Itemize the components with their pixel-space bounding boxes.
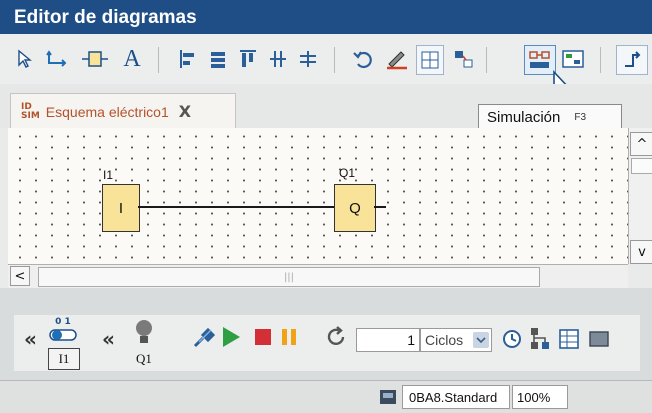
collapse-inputs-button[interactable]: « [24, 327, 37, 351]
tooltip-label: Simulación [487, 108, 561, 126]
table-icon[interactable] [556, 325, 582, 353]
hardware-type-field: 0BA8.Standard [402, 385, 510, 409]
vertical-scrollbar[interactable]: ^ v [628, 128, 652, 264]
display-icon[interactable] [586, 325, 612, 353]
lamp-icon [132, 317, 156, 347]
output-block-label: Q1 [339, 166, 356, 180]
pen-icon[interactable] [382, 45, 410, 73]
text-icon[interactable]: A [120, 45, 144, 73]
cycles-unit: Ciclos [425, 332, 464, 348]
sim-diagram-icon: ID SIM [21, 101, 40, 121]
output-block-text: Q [349, 199, 361, 217]
tab-label: Esquema eléctrico1 [45, 103, 169, 120]
pause-button[interactable] [278, 325, 300, 349]
cycles-value: 1 [407, 332, 415, 348]
toolbar-separator [158, 47, 159, 73]
cycles-unit-select[interactable]: Ciclos [420, 328, 492, 352]
align-left-icon[interactable] [176, 45, 200, 73]
power-icon[interactable] [190, 323, 218, 351]
tooltip: Simulación F3 [478, 104, 622, 130]
zoom-field[interactable]: 100% [512, 385, 568, 409]
input-block-label: I1 [103, 168, 114, 182]
play-button[interactable] [218, 323, 244, 351]
chevron-down-icon[interactable] [473, 332, 489, 348]
grid-icon[interactable] [416, 45, 444, 75]
network-icon[interactable] [526, 325, 552, 353]
scroll-up-button[interactable]: ^ [630, 132, 652, 156]
online-test-icon[interactable] [558, 45, 588, 73]
close-icon[interactable]: X [179, 102, 191, 121]
scroll-down-button[interactable]: v [630, 240, 652, 264]
switch-text: 0 1 [55, 317, 71, 327]
hardware-type: 0BA8.Standard [409, 389, 498, 405]
collapse-outputs-button[interactable]: « [102, 327, 115, 351]
input-block-text: I [118, 199, 124, 217]
input-block[interactable]: I [102, 184, 140, 232]
join-icon[interactable] [296, 45, 320, 73]
toolbar-separator [600, 47, 601, 73]
align-center-icon[interactable] [206, 45, 230, 73]
window-title: Editor de diagramas [14, 7, 197, 28]
connection-wire[interactable] [138, 206, 334, 208]
input-I1-label[interactable]: I1 [48, 348, 80, 370]
block-icon[interactable] [80, 45, 110, 73]
diagram-canvas[interactable]: I1 I Q1 Q [8, 128, 628, 264]
vertical-scroll-thumb[interactable] [631, 158, 652, 174]
align-top-icon[interactable] [236, 45, 260, 73]
cycles-input[interactable]: 1 [356, 328, 420, 352]
simulation-toolbar: « 0 1 I1 « Q1 1 Ciclos [14, 315, 640, 371]
refresh-icon[interactable] [324, 325, 348, 349]
tooltip-shortcut: F3 [574, 111, 587, 123]
toolbar-separator [334, 47, 335, 73]
status-bar: 0BA8.Standard 100% [0, 380, 652, 413]
connect-icon[interactable] [44, 45, 70, 73]
output-Q1-label: Q1 [136, 351, 152, 366]
clock-icon[interactable] [500, 327, 524, 351]
stop-button[interactable] [252, 325, 274, 349]
undo-icon[interactable] [350, 45, 376, 73]
more-icon[interactable] [616, 45, 648, 75]
block-numbers-icon[interactable] [450, 45, 476, 73]
plc-device-icon [378, 387, 398, 407]
output-stub [374, 206, 386, 208]
tab-esquema-electrico[interactable]: ID SIM Esquema eléctrico1 X [10, 93, 236, 129]
zoom-level: 100% [517, 389, 551, 405]
input-switch-icon[interactable]: 0 1 [46, 315, 80, 345]
pointer-icon[interactable] [14, 45, 36, 73]
title-bar: Editor de diagramas [0, 0, 652, 34]
horizontal-scroll-thumb[interactable]: ||| [38, 267, 540, 287]
split-icon[interactable] [266, 45, 290, 73]
output-block[interactable]: Q [334, 184, 376, 232]
scroll-left-button[interactable]: < [10, 266, 30, 286]
toolbar-separator [486, 47, 487, 73]
